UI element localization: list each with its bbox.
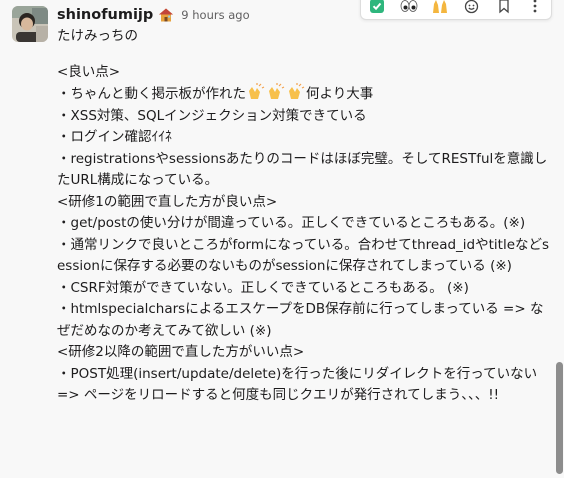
list-item: ・POST処理(insert/update/delete)を行った後にリダイレク… — [57, 365, 538, 404]
section-heading-training2: <研修2以降の範囲で直した方がいい点> — [57, 344, 305, 360]
clap-icon — [266, 83, 286, 101]
message-header: shinofumijp 9 hours ago — [57, 4, 250, 26]
more-actions-icon[interactable] — [519, 0, 551, 18]
clap-emoji-group — [246, 83, 306, 101]
house-icon — [158, 7, 174, 23]
scrollbar-thumb[interactable] — [556, 362, 563, 474]
list-item: ・ログイン確認ｲｲﾈ — [57, 129, 172, 145]
list-item: ・registrationsやsessionsあたりのコードはほぼ完璧。そしてR… — [57, 150, 548, 189]
section-heading-good: <良い点> — [57, 63, 121, 80]
list-item: ・ちゃんと動く掲示板が作れた 何より大事 — [57, 83, 552, 106]
add-reaction-icon[interactable] — [456, 0, 488, 18]
avatar[interactable] — [12, 6, 48, 42]
bookmark-icon[interactable] — [488, 0, 520, 18]
username[interactable]: shinofumijp — [57, 7, 153, 23]
list-item: ・XSS対策、SQLインジェクション対策できている — [57, 107, 367, 124]
eyes-reaction-icon[interactable] — [393, 0, 425, 18]
raised-hands-reaction-icon[interactable] — [424, 0, 456, 18]
message-actions-toolbar — [360, 0, 552, 20]
check-reaction-icon[interactable] — [361, 0, 393, 18]
timestamp[interactable]: 9 hours ago — [181, 8, 249, 22]
message: shinofumijp 9 hours ago たけみっちの <良い点> ・ちゃ… — [0, 0, 564, 478]
list-item-text: ・ちゃんと動く掲示板が作れた — [57, 86, 246, 102]
section-heading-training1: <研修1の範囲で直した方が良い点> — [57, 193, 278, 210]
clap-icon — [246, 83, 266, 101]
list-item: ・通常リンクで良いところがformになっている。合わせてthread_idやti… — [57, 236, 550, 275]
message-body: たけみっちの <良い点> ・ちゃんと動く掲示板が作れた 何より大事 ・XSS対策、… — [57, 26, 552, 407]
list-item: ・get/postの使い分けが間違っている。正しくできているところもある。(※) — [57, 215, 526, 231]
list-item-text: 何より大事 — [306, 86, 374, 102]
greeting-text: たけみっちの — [57, 28, 138, 44]
list-item: ・CSRF対策ができていない。正しくできているところもある。 (※) — [57, 279, 469, 296]
list-item: ・htmlspecialcharsによるエスケープをDB保存前に行ってしまってい… — [57, 301, 544, 339]
clap-icon — [286, 83, 306, 101]
avatar-image — [12, 6, 48, 42]
